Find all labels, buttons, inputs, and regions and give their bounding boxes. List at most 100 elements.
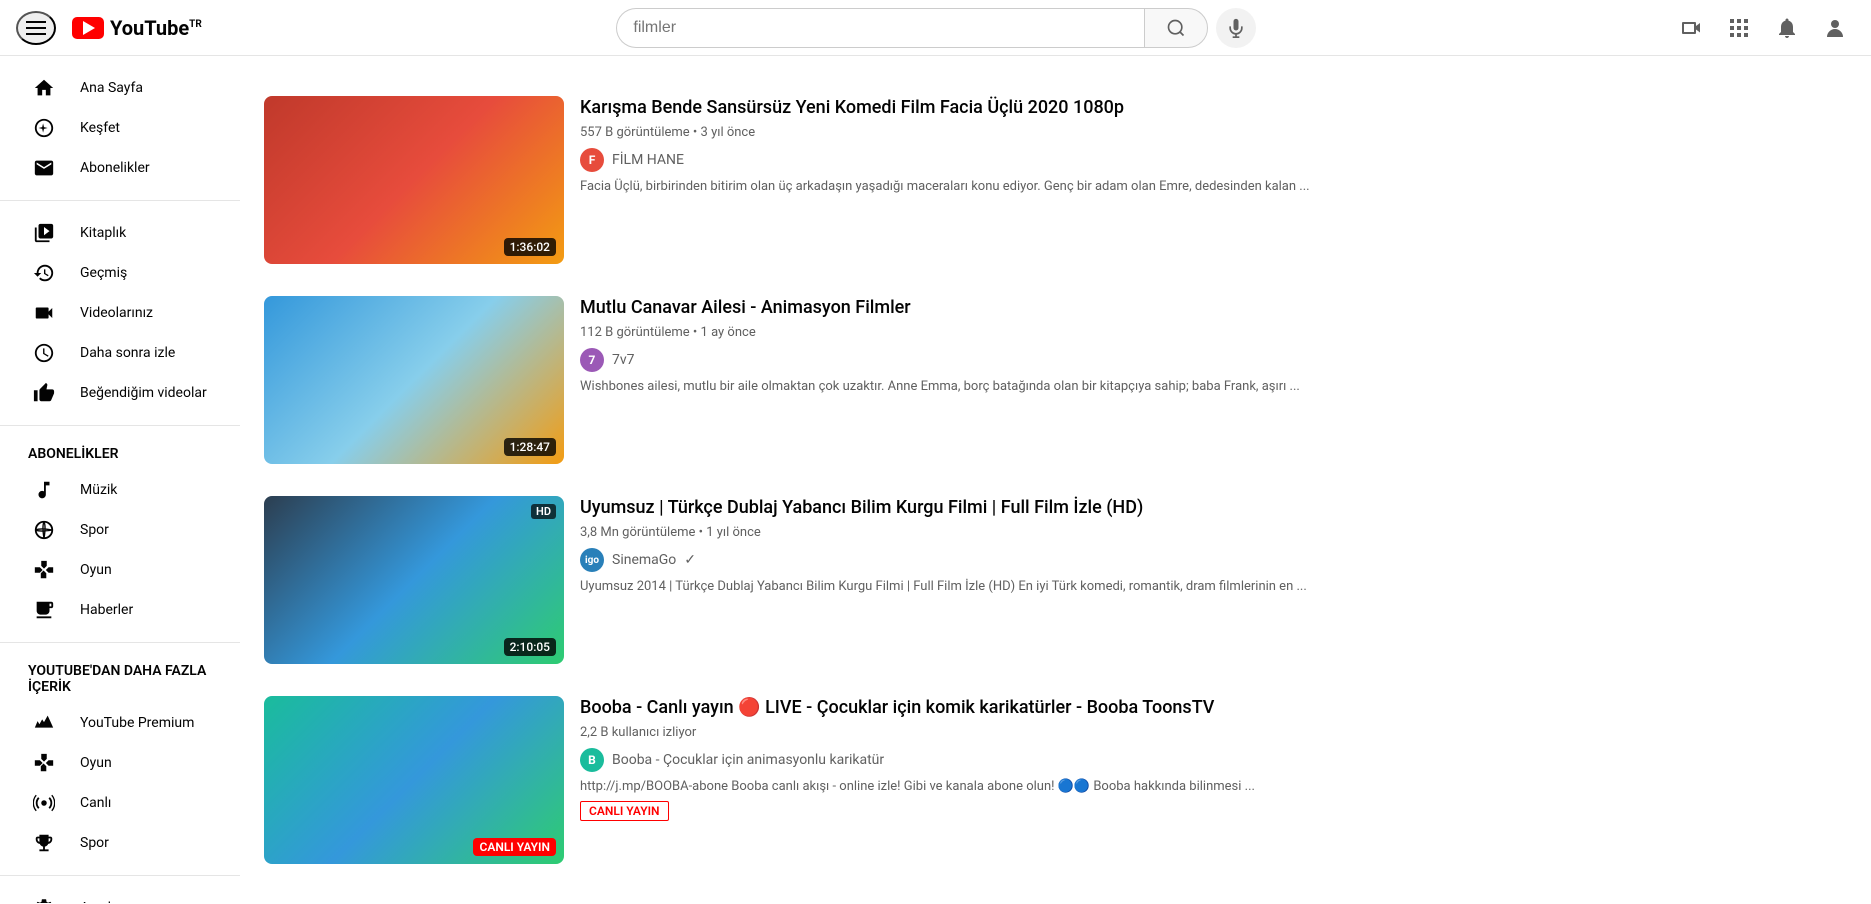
youtube-logo[interactable]: YouTubeTR	[72, 16, 202, 40]
main-content: 1:36:02 Karışma Bende Sansürsüz Yeni Kom…	[240, 56, 1871, 904]
history-icon	[32, 261, 56, 285]
youtube-icon	[72, 17, 104, 39]
video-item: CANLI YAYIN Booba - Canlı yayın 🔴 LIVE -…	[264, 680, 1847, 880]
more-section-title: YOUTUBE'DAN DAHA FAZLA İÇERİK	[0, 655, 240, 703]
video-title[interactable]: Uyumsuz | Türkçe Dublaj Yabancı Bilim Ku…	[580, 496, 1847, 519]
live-icon	[32, 791, 56, 815]
notifications-button[interactable]	[1767, 8, 1807, 48]
hd-badge: HD	[531, 504, 556, 519]
live-badge: CANLI YAYIN	[473, 838, 556, 856]
youtube-play-icon	[83, 21, 95, 35]
sidebar-item-history-label: Geçmiş	[80, 265, 127, 281]
channel-avatar: igo	[580, 548, 604, 572]
video-duration: 1:28:47	[504, 438, 556, 456]
video-info: Booba - Canlı yayın 🔴 LIVE - Çocuklar iç…	[580, 696, 1847, 864]
premium-icon	[32, 711, 56, 735]
video-thumbnail[interactable]: CANLI YAYIN	[264, 696, 564, 864]
video-duration: 2:10:05	[504, 638, 556, 656]
sidebar-item-sports2[interactable]: Spor	[8, 823, 232, 863]
video-description: Wishbones ailesi, mutlu bir aile olmakta…	[580, 378, 1847, 396]
sidebar-item-gaming2[interactable]: Oyun	[8, 743, 232, 783]
sidebar-item-music[interactable]: Müzik	[8, 470, 232, 510]
header-right	[1671, 8, 1855, 48]
video-title[interactable]: Booba - Canlı yayın 🔴 LIVE - Çocuklar iç…	[580, 696, 1847, 719]
video-thumbnail[interactable]: 1:36:02	[264, 96, 564, 264]
sidebar-item-gaming[interactable]: Oyun	[8, 550, 232, 590]
sidebar-item-music-label: Müzik	[80, 482, 117, 498]
channel-avatar: 7	[580, 348, 604, 372]
channel-name[interactable]: FİLM HANE	[612, 152, 684, 168]
apps-button[interactable]	[1719, 8, 1759, 48]
sidebar-item-liked-videos-label: Beğendiğim videolar	[80, 385, 207, 401]
video-list: 1:36:02 Karışma Bende Sansürsüz Yeni Kom…	[264, 80, 1847, 880]
sidebar-item-home[interactable]: Ana Sayfa	[8, 68, 232, 108]
sidebar: Ana Sayfa Keşfet Abonelikler Kitaplık Ge…	[0, 56, 240, 903]
create-video-button[interactable]	[1671, 8, 1711, 48]
sidebar-item-history[interactable]: Geçmiş	[8, 253, 232, 293]
viewers-count: 2,2 B kullanıcı izliyor	[580, 725, 696, 740]
apps-icon	[1727, 16, 1751, 40]
library-icon	[32, 221, 56, 245]
video-thumbnail[interactable]: HD 2:10:05	[264, 496, 564, 664]
sidebar-item-watch-later[interactable]: Daha sonra izle	[8, 333, 232, 373]
trophy-icon	[32, 831, 56, 855]
user-button[interactable]	[1815, 8, 1855, 48]
sidebar-item-explore[interactable]: Keşfet	[8, 108, 232, 148]
watch-later-icon	[32, 341, 56, 365]
sidebar-item-library[interactable]: Kitaplık	[8, 213, 232, 253]
menu-button[interactable]	[16, 11, 56, 45]
sidebar-item-watch-later-label: Daha sonra izle	[80, 345, 175, 361]
sidebar-item-subscriptions[interactable]: Abonelikler	[8, 148, 232, 188]
video-meta: 2,2 B kullanıcı izliyor	[580, 725, 1847, 740]
canliyayin-badge[interactable]: CANLI YAYIN	[580, 801, 669, 821]
video-duration: 1:36:02	[504, 238, 556, 256]
subscriptions-icon	[32, 156, 56, 180]
video-camera-icon	[1679, 16, 1703, 40]
settings-icon	[32, 896, 56, 903]
video-title[interactable]: Karışma Bende Sansürsüz Yeni Komedi Film…	[580, 96, 1847, 119]
video-item: 1:36:02 Karışma Bende Sansürsüz Yeni Kom…	[264, 80, 1847, 280]
video-meta: 112 B görüntüleme • 1 ay önce	[580, 325, 1847, 340]
sidebar-item-your-videos[interactable]: Videolarınız	[8, 293, 232, 333]
view-count: 3,8 Mn görüntüleme	[580, 525, 695, 540]
header: YouTubeTR filmler	[0, 0, 1871, 56]
sidebar-item-premium[interactable]: YouTube Premium	[8, 703, 232, 743]
header-left: YouTubeTR	[16, 11, 202, 45]
mic-button[interactable]	[1216, 8, 1256, 48]
time-ago: 1 ay önce	[701, 325, 756, 340]
sidebar-item-news[interactable]: Haberler	[8, 590, 232, 630]
your-videos-icon	[32, 301, 56, 325]
video-info: Mutlu Canavar Ailesi - Animasyon Filmler…	[580, 296, 1847, 464]
channel-name[interactable]: Booba - Çocuklar için animasyonlu karika…	[612, 752, 884, 768]
header-center: filmler	[616, 8, 1256, 48]
sidebar-item-your-videos-label: Videolarınız	[80, 305, 153, 321]
channel-row: igo SinemaGo ✓	[580, 548, 1847, 572]
sidebar-item-live[interactable]: Canlı	[8, 783, 232, 823]
sidebar-divider-1	[0, 200, 240, 201]
sidebar-item-sport[interactable]: Spor	[8, 510, 232, 550]
sidebar-item-settings[interactable]: Ayarlar	[8, 888, 232, 903]
channel-name[interactable]: SinemaGo	[612, 552, 676, 568]
channel-name[interactable]: 7v7	[612, 352, 635, 368]
video-title[interactable]: Mutlu Canavar Ailesi - Animasyon Filmler	[580, 296, 1847, 319]
video-meta: 557 B görüntüleme • 3 yıl önce	[580, 125, 1847, 140]
sidebar-item-home-label: Ana Sayfa	[80, 80, 143, 96]
sidebar-item-gaming2-label: Oyun	[80, 755, 112, 771]
video-thumbnail[interactable]: 1:28:47	[264, 296, 564, 464]
search-input[interactable]: filmler	[616, 8, 1144, 48]
sidebar-item-sports2-label: Spor	[80, 835, 109, 851]
sidebar-item-gaming-label: Oyun	[80, 562, 112, 578]
view-count: 112 B görüntüleme	[580, 325, 690, 340]
channel-avatar: F	[580, 148, 604, 172]
explore-icon	[32, 116, 56, 140]
sidebar-divider-3	[0, 642, 240, 643]
verified-icon: ✓	[684, 552, 696, 568]
view-count: 557 B görüntüleme	[580, 125, 690, 140]
search-button[interactable]	[1144, 8, 1208, 48]
liked-videos-icon	[32, 381, 56, 405]
channel-avatar: B	[580, 748, 604, 772]
time-ago: 3 yıl önce	[701, 125, 756, 140]
gaming-icon	[32, 558, 56, 582]
video-meta: 3,8 Mn görüntüleme • 1 yıl önce	[580, 525, 1847, 540]
sidebar-item-liked-videos[interactable]: Beğendiğim videolar	[8, 373, 232, 413]
